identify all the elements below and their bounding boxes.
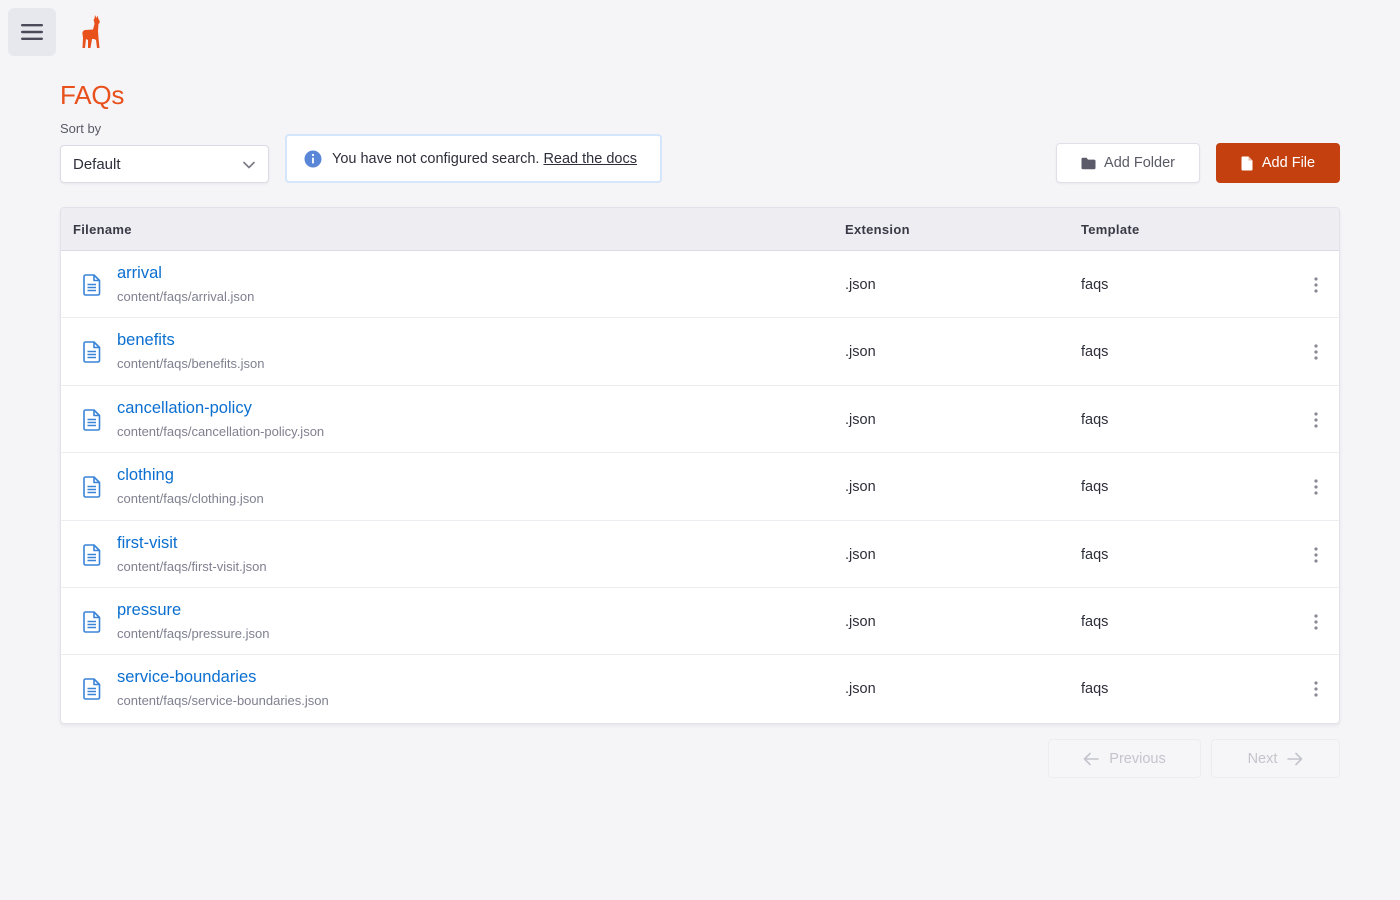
llama-logo-icon[interactable] — [78, 14, 106, 50]
file-icon — [83, 476, 101, 503]
file-name-link[interactable]: clothing — [117, 466, 174, 485]
sort-label: Sort by — [60, 121, 102, 136]
file-name-link[interactable]: first-visit — [117, 534, 178, 553]
file-path: content/faqs/benefits.json — [117, 356, 265, 372]
more-options-icon[interactable] — [1304, 473, 1328, 501]
file-template: faqs — [1081, 411, 1109, 428]
file-template: faqs — [1081, 681, 1109, 698]
sort-select-value: Default — [73, 155, 121, 173]
arrow-right-icon — [1287, 752, 1303, 765]
table-row[interactable]: first-visit content/faqs/first-visit.json… — [61, 521, 1339, 588]
more-options-icon[interactable] — [1304, 338, 1328, 366]
file-path: content/faqs/service-boundaries.json — [117, 693, 329, 709]
search-notice: You have not configured search. Read the… — [285, 134, 662, 183]
more-options-icon[interactable] — [1304, 608, 1328, 636]
more-options-icon[interactable] — [1304, 271, 1328, 299]
file-extension: .json — [845, 479, 876, 496]
file-extension: .json — [845, 546, 876, 563]
read-docs-link[interactable]: Read the docs — [543, 151, 637, 167]
file-template: faqs — [1081, 546, 1109, 563]
add-file-label: Add File — [1261, 155, 1316, 171]
file-icon — [83, 543, 101, 571]
column-filename[interactable]: Filename — [73, 222, 132, 237]
add-file-button[interactable]: Add File — [1216, 143, 1340, 183]
file-icon — [1241, 156, 1253, 170]
menu-button[interactable] — [8, 8, 56, 56]
more-options-icon[interactable] — [1304, 541, 1328, 569]
table-row[interactable]: clothing content/faqs/clothing.json .json f… — [61, 453, 1339, 521]
file-icon — [83, 678, 101, 705]
add-folder-label: Add Folder — [1104, 155, 1175, 171]
sort-select[interactable]: Default — [60, 145, 269, 183]
more-options-icon[interactable] — [1304, 675, 1328, 703]
file-icon — [83, 274, 101, 301]
hamburger-icon — [21, 24, 43, 40]
previous-button[interactable]: Previous — [1048, 739, 1201, 778]
table-row[interactable]: benefits content/faqs/benefits.json .json f… — [61, 318, 1339, 386]
file-icon — [83, 341, 101, 368]
next-label: Next — [1247, 750, 1278, 767]
file-extension: .json — [845, 411, 876, 428]
file-path: content/faqs/first-visit.json — [117, 558, 267, 574]
table-row[interactable]: pressure content/faqs/pressure.json .json f… — [61, 588, 1339, 656]
top-bar — [0, 0, 1400, 64]
file-name-link[interactable]: service-boundaries — [117, 668, 256, 687]
file-name-link[interactable]: pressure — [117, 601, 181, 620]
table-row[interactable]: cancellation-policy content/faqs/cancella… — [61, 386, 1339, 454]
file-extension: .json — [845, 344, 876, 361]
table-row[interactable]: service-boundaries content/faqs/service-b… — [61, 655, 1339, 722]
file-extension: .json — [845, 613, 876, 630]
page-title: FAQs — [60, 80, 125, 110]
file-path: content/faqs/clothing.json — [117, 491, 264, 507]
info-icon — [304, 150, 322, 168]
file-icon — [83, 611, 101, 638]
file-template: faqs — [1081, 479, 1109, 496]
file-extension: .json — [845, 277, 876, 293]
file-path: content/faqs/arrival.json — [117, 289, 255, 304]
file-name-link[interactable]: arrival — [117, 264, 162, 283]
file-extension: .json — [845, 681, 876, 698]
file-path: content/faqs/pressure.json — [117, 625, 270, 641]
previous-label: Previous — [1109, 750, 1166, 767]
arrow-left-icon — [1083, 752, 1100, 765]
table-body: arrival content/faqs/arrival.json .json faq… — [61, 251, 1339, 723]
table-row[interactable]: arrival content/faqs/arrival.json .json faq… — [61, 251, 1339, 319]
file-name-link[interactable]: benefits — [117, 331, 175, 350]
file-path: content/faqs/cancellation-policy.json — [117, 423, 325, 439]
files-table: Filename Extension Template arrival conte… — [60, 207, 1340, 724]
column-extension[interactable]: Extension — [845, 222, 910, 237]
add-folder-button[interactable]: Add Folder — [1056, 143, 1200, 183]
next-button[interactable]: Next — [1211, 739, 1340, 778]
file-name-link[interactable]: cancellation-policy — [117, 399, 252, 418]
chevron-down-icon — [243, 161, 255, 169]
file-template: faqs — [1081, 277, 1109, 293]
folder-icon — [1081, 157, 1096, 169]
column-template[interactable]: Template — [1081, 222, 1140, 237]
notice-text: You have not configured search. — [332, 150, 540, 167]
file-icon — [83, 408, 101, 436]
file-template: faqs — [1081, 344, 1109, 361]
more-options-icon[interactable] — [1304, 406, 1328, 434]
table-header: Filename Extension Template — [61, 208, 1339, 251]
file-template: faqs — [1081, 613, 1109, 630]
